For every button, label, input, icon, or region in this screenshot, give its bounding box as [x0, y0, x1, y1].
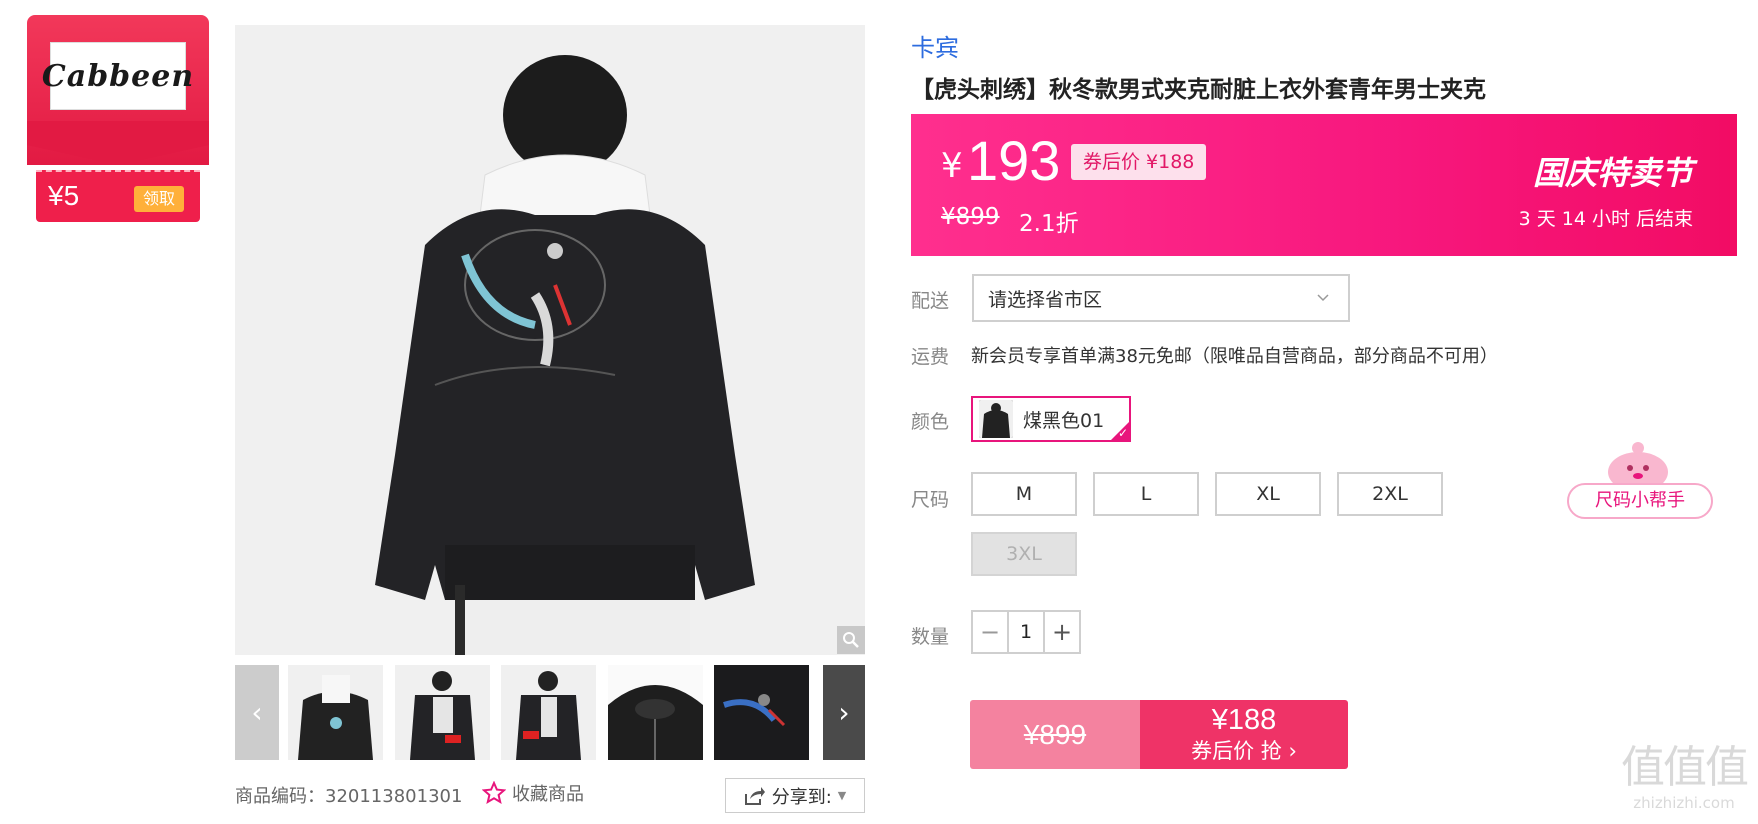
thumbnail-prev-button[interactable]: ‹	[235, 665, 279, 760]
brand-coupon-card[interactable]: Cabbeen ¥5 领取	[27, 15, 209, 222]
original-price: ¥899	[941, 204, 1000, 230]
product-code: 商品编码：320113801301	[235, 786, 463, 807]
claim-coupon-button[interactable]: 领取	[134, 186, 184, 212]
sale-countdown: 3 天 14 小时 后结束	[1518, 208, 1693, 230]
shipping-info: 新会员专享首单满38元免邮（限唯品自营商品，部分商品不可用）	[971, 346, 1498, 367]
chevron-left-icon: ‹	[251, 696, 263, 729]
mascot-icon	[1608, 442, 1668, 488]
quantity-label: 数量	[911, 626, 950, 648]
brand-link[interactable]: 卡宾	[911, 28, 959, 63]
favorite-button[interactable]: 收藏商品	[482, 780, 584, 806]
buy-original-price: ¥899	[970, 700, 1140, 769]
color-option-selected[interactable]: 煤黑色01 ✓	[971, 396, 1131, 442]
chevron-down-icon	[1317, 294, 1329, 302]
jacket-photo	[235, 25, 865, 655]
size-option-m[interactable]: M	[971, 472, 1077, 516]
coupon-strip: ¥5 领取	[36, 170, 200, 222]
shipping-label: 运费	[911, 346, 950, 368]
quantity-stepper: − 1 +	[971, 610, 1081, 654]
site-watermark: 值值值 zhizhizhi.com	[1610, 742, 1758, 824]
star-icon	[482, 781, 506, 805]
size-option-2xl[interactable]: 2XL	[1337, 472, 1443, 516]
thumbnail-strip: ‹ ›	[235, 665, 865, 760]
size-option-xl[interactable]: XL	[1215, 472, 1321, 516]
delivery-region-select[interactable]: 请选择省市区	[972, 274, 1350, 322]
chevron-right-icon: ›	[838, 696, 850, 729]
main-product-image[interactable]	[235, 25, 865, 655]
size-option-3xl[interactable]: 3XL	[971, 532, 1077, 576]
thumbnail-4[interactable]	[608, 665, 703, 760]
buy-price: ¥188	[1211, 704, 1277, 736]
color-swatch-image	[979, 400, 1013, 438]
caret-down-icon: ▼	[837, 789, 847, 802]
thumbnail-2[interactable]	[395, 665, 490, 760]
thumbnail-5[interactable]	[714, 665, 809, 760]
buy-now-button[interactable]: ¥188 券后价 抢 ›	[1140, 700, 1348, 769]
delivery-select-value: 请选择省市区	[988, 288, 1103, 311]
brand-logo-text: Cabbeen	[41, 58, 195, 94]
delivery-label: 配送	[911, 290, 950, 312]
share-button[interactable]: 分享到: ▼	[725, 778, 865, 813]
buy-label: 券后价 抢 ›	[1191, 739, 1297, 763]
size-helper-button[interactable]: 尺码小帮手	[1567, 483, 1713, 519]
size-label: 尺码	[911, 489, 950, 511]
share-icon	[744, 786, 765, 805]
size-option-l[interactable]: L	[1093, 472, 1199, 516]
thumbnail-1[interactable]	[288, 665, 383, 760]
quantity-decrease-button[interactable]: −	[973, 612, 1007, 652]
product-title: 【虎头刺绣】秋冬款男式夹克耐脏上衣外套青年男士夹克	[911, 77, 1486, 103]
watermark-logo: 值值值	[1621, 742, 1749, 793]
coupon-value: ¥5	[48, 180, 80, 211]
coupon-price-tag: 券后价 ¥188	[1071, 144, 1207, 180]
thumbnail-next-button[interactable]: ›	[823, 665, 865, 760]
buy-area: ¥899 ¥188 券后价 抢 ›	[970, 700, 1348, 769]
festival-title: 国庆特卖节	[1532, 154, 1693, 192]
color-label: 颜色	[911, 411, 950, 433]
color-option-label: 煤黑色01	[1023, 409, 1105, 432]
thumbnail-3[interactable]	[501, 665, 596, 760]
price-banner: ¥ 193 券后价 ¥188 ¥899 2.1折 国庆特卖节 3 天 14 小时…	[911, 114, 1737, 256]
brand-logo: Cabbeen	[42, 42, 193, 110]
quantity-input[interactable]: 1	[1007, 612, 1045, 652]
share-label: 分享到:	[771, 786, 832, 808]
discount-rate: 2.1折	[1019, 211, 1079, 237]
size-helper[interactable]: 尺码小帮手	[1567, 438, 1713, 522]
quantity-increase-button[interactable]: +	[1045, 612, 1079, 652]
price-currency: ¥	[941, 146, 963, 186]
check-icon: ✓	[1117, 426, 1128, 440]
favorite-label: 收藏商品	[512, 784, 584, 805]
watermark-url: zhizhizhi.com	[1633, 794, 1735, 812]
zoom-icon[interactable]	[837, 626, 865, 654]
current-price: 193	[967, 129, 1061, 192]
